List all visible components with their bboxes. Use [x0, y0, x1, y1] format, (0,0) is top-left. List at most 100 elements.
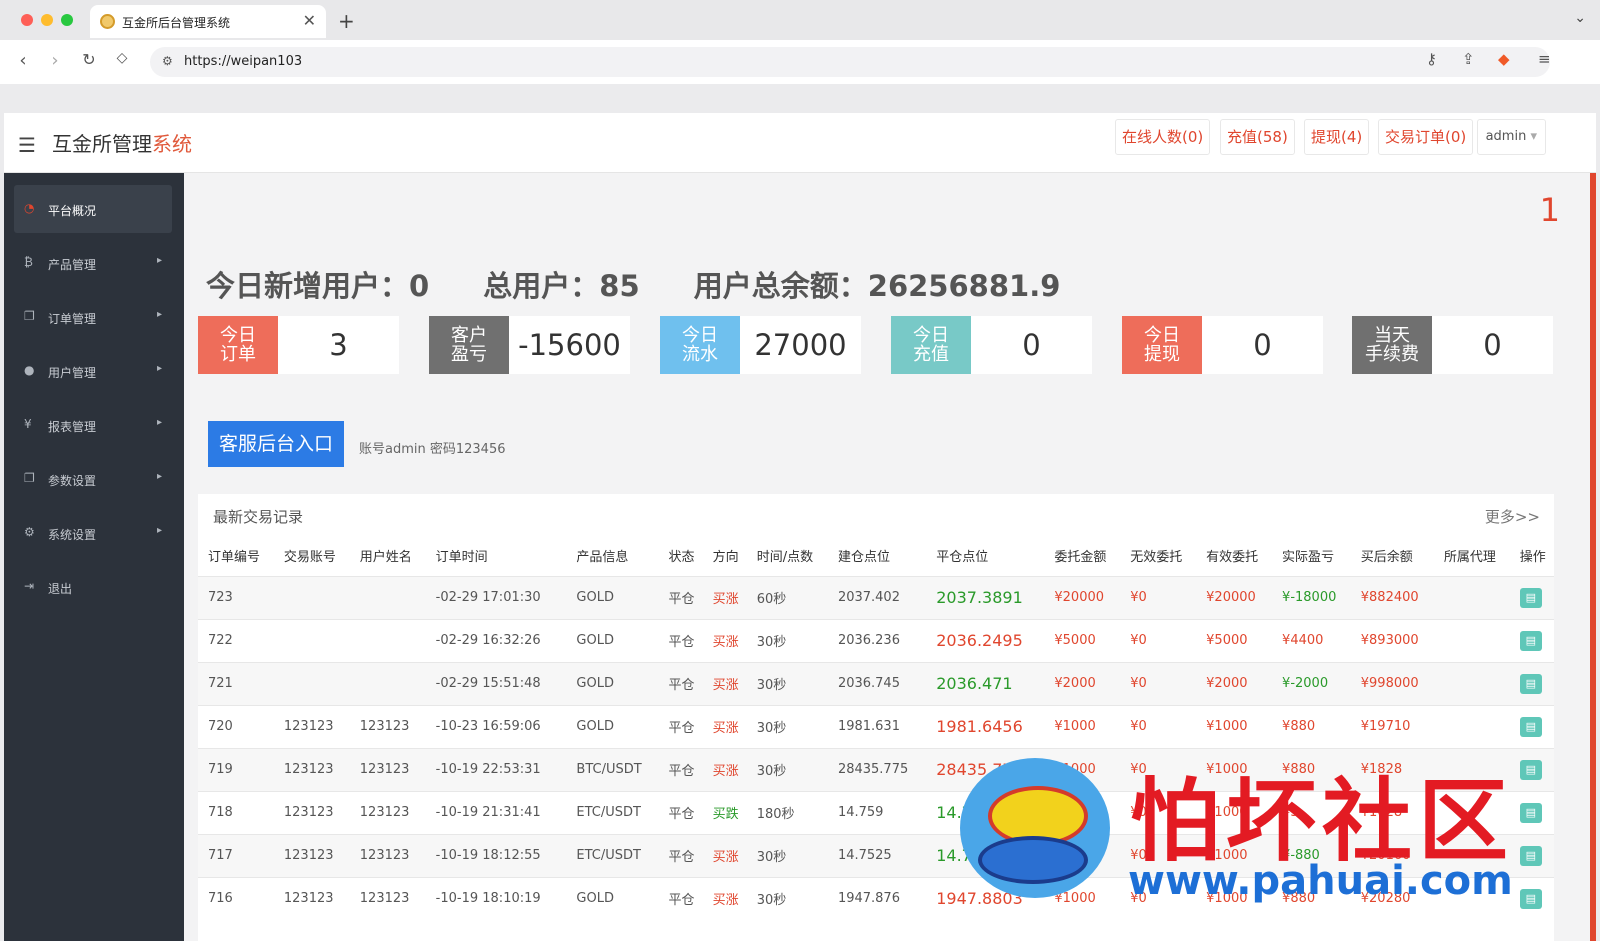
table-cell: ¥998000	[1350, 661, 1434, 705]
table-cell: 2036.236	[827, 618, 927, 662]
table-cell: 30秒	[746, 876, 828, 920]
trade-orders-button[interactable]: 交易订单(0)	[1378, 119, 1474, 155]
table-cell	[273, 618, 350, 662]
dashboard-icon: ◔	[24, 201, 35, 215]
table-cell	[273, 661, 350, 705]
table-cell: ¥5000	[1196, 618, 1273, 662]
table-cell: ETC/USDT	[566, 790, 659, 834]
corner-number: 1	[1539, 191, 1560, 229]
sidebar-item-label: 报表管理	[48, 420, 97, 434]
sidebar-item-overview[interactable]: ◔ 平台概况	[14, 185, 172, 233]
table-cell: -10-19 21:31:41	[425, 790, 567, 834]
table-header-row: 订单编号 交易账号 用户姓名 订单时间 产品信息 状态 方向 时间/点数 建仓点…	[198, 536, 1554, 576]
forward-icon[interactable]: ›	[44, 50, 66, 71]
bookmark-icon[interactable]: ◇	[111, 50, 133, 66]
back-icon[interactable]: ‹	[12, 50, 34, 71]
table-cell: 719	[198, 747, 274, 791]
table-cell: 买涨	[702, 704, 747, 748]
stat-label-line1: 今日	[220, 325, 256, 346]
sidebar-item-label: 参数设置	[48, 474, 97, 488]
browser-tab[interactable]: 互金所后台管理系统 ✕	[90, 5, 326, 38]
column-header: 产品信息	[576, 550, 629, 566]
stat-label-line2: 盈亏	[451, 344, 487, 365]
table-cell: ¥1000	[1044, 704, 1121, 748]
logout-icon: ⇥	[24, 579, 35, 593]
column-header: 方向	[712, 550, 739, 566]
withdraw-button[interactable]: 提现(4)	[1304, 119, 1370, 155]
admin-user-label: admin	[1485, 129, 1527, 144]
stat-card-today-fee: 当天 手续费 0	[1352, 316, 1553, 374]
column-header: 平仓点位	[936, 550, 989, 566]
brand-title: 互金所管理系统	[52, 128, 192, 157]
view-detail-icon[interactable]: ▤	[1519, 587, 1542, 608]
stat-card-today-withdraw: 今日 提现 0	[1122, 316, 1323, 374]
brave-shield-icon[interactable]: ◆	[1498, 50, 1510, 68]
sidebar-item-products[interactable]: ₿ 产品管理 ▸	[14, 239, 172, 287]
sidebar-item-orders[interactable]: ❐ 订单管理 ▸	[14, 293, 172, 341]
column-header: 买后余额	[1360, 550, 1413, 566]
table-cell: GOLD	[566, 876, 659, 920]
admin-user-dropdown[interactable]: admin ▾	[1476, 119, 1546, 155]
sidebar-item-system[interactable]: ⚙ 系统设置 ▸	[14, 509, 172, 557]
online-users-button[interactable]: 在线人数(0)	[1115, 119, 1211, 155]
site-favicon-icon	[100, 14, 115, 29]
table-cell: 28435.775	[827, 747, 927, 791]
tab-title: 互金所后台管理系统	[122, 16, 231, 30]
table-cell: 买涨	[702, 747, 747, 791]
browser-toolbar: ‹ › ↻ ◇ ⚙ https://weipan103 ⚷ ⇪ ◆ ≡	[0, 40, 1600, 84]
table-cell: ¥20000	[1196, 575, 1273, 619]
stat-label-line1: 客户	[451, 325, 487, 346]
top-header: ☰ 互金所管理系统 在线人数(0) 充值(58) 提现(4) 交易订单(0) a…	[4, 113, 1596, 173]
share-icon[interactable]: ⇪	[1462, 50, 1475, 68]
table-cell: 2036.2495	[926, 618, 1045, 662]
table-cell: ▤	[1509, 704, 1554, 748]
table-cell: 买涨	[702, 618, 747, 662]
table-cell: 2036.471	[926, 661, 1045, 705]
tab-list-chevron-icon[interactable]: ⌄	[1574, 10, 1586, 26]
table-cell: -10-19 18:12:55	[425, 833, 567, 877]
copy-icon: ❐	[24, 309, 35, 323]
column-header: 操作	[1519, 550, 1546, 566]
hamburger-menu-icon[interactable]: ☰	[18, 133, 36, 157]
brand-title-suffix: 系统	[152, 132, 192, 156]
stat-card-label: 今日 提现	[1122, 316, 1202, 374]
table-cell: ¥1000	[1196, 704, 1273, 748]
table-cell: -02-29 16:32:26	[425, 618, 567, 662]
address-bar[interactable]: ⚙ https://weipan103	[150, 47, 1550, 77]
table-cell: 30秒	[746, 747, 828, 791]
table-cell: 721	[198, 661, 274, 705]
key-icon[interactable]: ⚷	[1426, 50, 1437, 68]
table-cell: ¥2000	[1196, 661, 1273, 705]
column-header: 交易账号	[283, 550, 336, 566]
view-detail-icon[interactable]: ▤	[1519, 716, 1542, 737]
table-cell: 723	[198, 575, 274, 619]
close-window-button[interactable]	[21, 14, 33, 26]
sidebar-item-users[interactable]: ● 用户管理 ▸	[14, 347, 172, 395]
maximize-window-button[interactable]	[61, 14, 73, 26]
sidebar-item-logout[interactable]: ⇥ 退出	[14, 563, 172, 611]
table-cell: 买跌	[702, 790, 747, 834]
table-cell: -10-19 22:53:31	[425, 747, 567, 791]
minimize-window-button[interactable]	[41, 14, 53, 26]
sidebar-item-reports[interactable]: ¥ 报表管理 ▸	[14, 401, 172, 449]
more-link[interactable]: 更多>>	[1485, 506, 1540, 527]
site-info-icon[interactable]: ⚙	[162, 54, 173, 68]
menu-icon[interactable]: ≡	[1538, 50, 1551, 68]
close-tab-icon[interactable]: ✕	[303, 11, 316, 30]
table-cell: ▤	[1509, 575, 1554, 619]
table-cell: 30秒	[746, 618, 828, 662]
new-tab-button[interactable]: +	[338, 9, 355, 33]
reload-icon[interactable]: ↻	[78, 50, 100, 69]
table-cell: 平仓	[658, 747, 703, 791]
table-cell: ¥0	[1120, 575, 1197, 619]
user-icon: ●	[24, 363, 35, 377]
customer-service-entry-button[interactable]: 客服后台入口	[208, 421, 344, 467]
view-detail-icon[interactable]: ▤	[1519, 673, 1542, 694]
table-cell	[273, 575, 350, 619]
chevron-right-icon: ▸	[156, 255, 162, 266]
recharge-button[interactable]: 充值(58)	[1220, 119, 1295, 155]
view-detail-icon[interactable]: ▤	[1519, 630, 1542, 651]
scrollbar-accent[interactable]	[1590, 173, 1596, 941]
sidebar-item-params[interactable]: ❐ 参数设置 ▸	[14, 455, 172, 503]
sidebar-item-label: 用户管理	[48, 366, 97, 380]
